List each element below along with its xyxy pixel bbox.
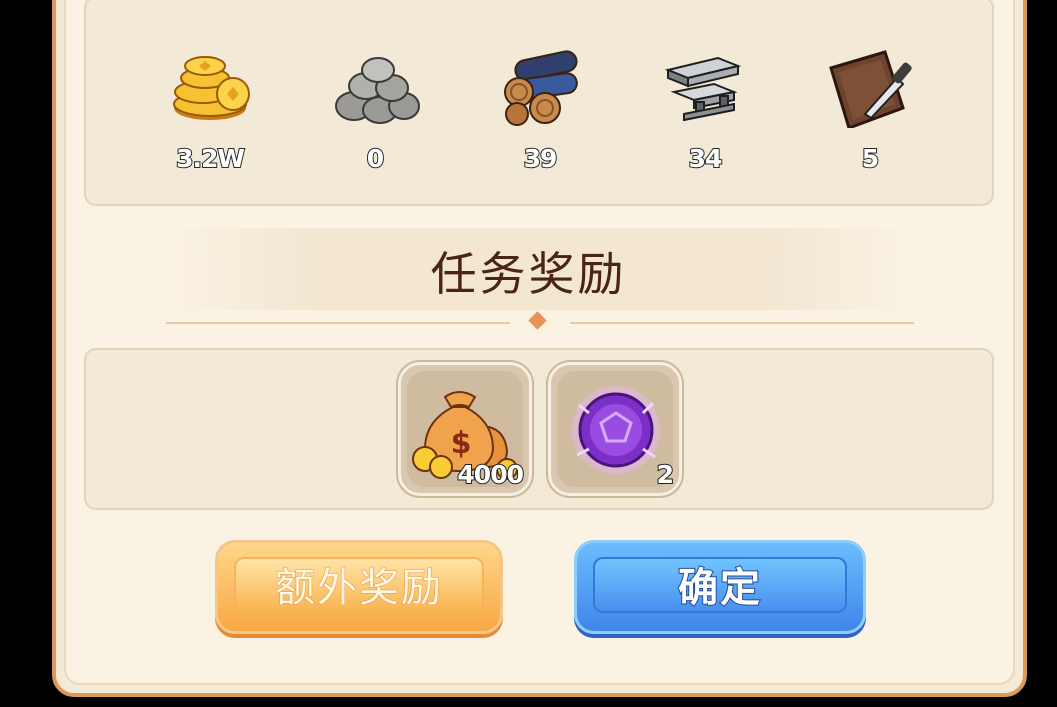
resource-gold: 3.2W (155, 48, 265, 180)
stone-pile-icon (335, 57, 420, 124)
iron-beams-icon (664, 56, 742, 122)
extra-reward-button-label: 额外奖励 (275, 565, 443, 612)
title-divider-left (166, 322, 510, 324)
section-title: 任务奖励 (430, 247, 627, 301)
wood-logs-icon (504, 50, 578, 126)
purple-orb-icon (572, 386, 660, 474)
resource-gold-value: 3.2W (175, 143, 246, 174)
reward-slot-money[interactable]: $ 4000 (398, 362, 532, 496)
resource-iron: 34 (650, 48, 760, 180)
resource-wood-value: 39 (523, 143, 559, 174)
resource-leather-value: 5 (861, 143, 880, 174)
reward-money-count: 4000 (456, 459, 525, 490)
confirm-button-label: 确定 (677, 564, 762, 612)
confirm-button[interactable]: 确定 (574, 540, 866, 634)
resource-wood: 39 (485, 48, 595, 180)
title-divider-right (570, 322, 914, 324)
resource-stone: 0 (320, 48, 430, 180)
resource-leather: 5 (815, 48, 925, 180)
gold-coins-icon (173, 56, 250, 120)
svg-text:$: $ (451, 426, 472, 461)
reward-slot-orb[interactable]: 2 (548, 362, 682, 496)
resource-stone-value: 0 (366, 143, 385, 174)
leather-knife-icon (829, 50, 912, 128)
reward-list (84, 348, 994, 510)
extra-reward-button[interactable]: 额外奖励 (215, 540, 503, 634)
reward-orb-count: 2 (656, 459, 675, 490)
resource-iron-value: 34 (688, 143, 724, 174)
